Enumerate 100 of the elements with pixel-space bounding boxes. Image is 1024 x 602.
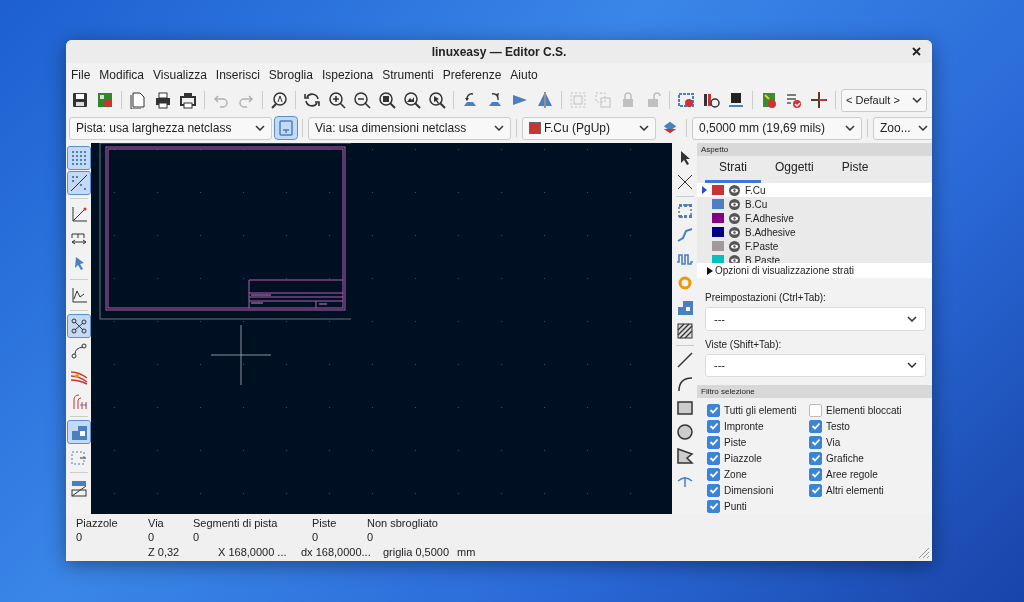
checkbox[interactable] <box>809 436 822 449</box>
layer-row[interactable]: F.Cu <box>697 183 932 198</box>
menu-item[interactable]: Modifica <box>99 68 145 82</box>
graph-icon <box>69 286 88 304</box>
grid-dropdown[interactable]: 0,5000 mm (19,69 mils) <box>692 116 862 140</box>
router-icon <box>810 91 828 109</box>
checklist-icon <box>785 91 803 109</box>
layer-dropdown[interactable]: F.Cu (PgUp) <box>522 116 656 140</box>
layer-name: F.Paste <box>745 240 779 252</box>
filter-checkbox[interactable]: Piazzole <box>707 451 809 466</box>
filter-checkbox[interactable]: Impronte <box>707 419 809 434</box>
close-button[interactable] <box>911 46 922 57</box>
checkbox[interactable] <box>707 468 720 481</box>
zone-icon <box>69 423 88 441</box>
checkbox[interactable] <box>707 404 720 417</box>
chevron-down-icon <box>255 125 265 131</box>
filter-checkbox[interactable]: Testo <box>809 419 932 434</box>
zoom-dropdown[interactable]: Zoo... <box>873 116 932 140</box>
filter-checkbox[interactable]: Altri elementi <box>809 483 932 498</box>
status-field: dx 168,0000... <box>301 546 375 558</box>
menu-item[interactable]: Ispeziona <box>321 68 374 82</box>
views-dropdown[interactable]: --- <box>705 353 926 378</box>
status-value: 0 <box>76 530 84 544</box>
menu-item[interactable]: Inserisci <box>215 68 260 82</box>
via-size-dropdown[interactable]: Via: usa dimensioni netclass <box>308 116 511 140</box>
panel-tab[interactable]: Oggetti <box>761 160 828 184</box>
filter-checkbox[interactable]: Tutti gli elementi <box>707 403 809 418</box>
layer-name: F.Adhesive <box>745 212 794 224</box>
status-field: mm <box>457 546 476 558</box>
crosshair-cursor <box>210 324 272 386</box>
find-icon <box>270 91 288 109</box>
zoom-out-button[interactable] <box>351 89 373 111</box>
zone-button[interactable] <box>67 421 90 443</box>
ratsnest-button[interactable] <box>67 315 90 337</box>
eye-icon[interactable] <box>729 240 740 252</box>
menu-item[interactable]: Preferenze <box>442 68 502 82</box>
rotate-right-icon <box>486 91 504 109</box>
menu-item[interactable]: Sbroglia <box>268 68 313 82</box>
auto-width-icon <box>277 119 295 137</box>
layer-row[interactable]: B.Cu <box>697 197 932 212</box>
router-button[interactable] <box>808 89 830 111</box>
zoom-fit-icon <box>378 91 396 109</box>
checkbox[interactable] <box>707 420 720 433</box>
menu-item[interactable]: File <box>71 68 91 82</box>
viewport-preset-dropdown[interactable]: < Default > <box>841 88 927 112</box>
menu-item[interactable]: Strumenti <box>382 68 434 82</box>
chip-icon <box>727 91 745 109</box>
checkbox[interactable] <box>707 436 720 449</box>
menu-item[interactable]: Aiuto <box>510 68 538 82</box>
eye-icon[interactable] <box>729 226 740 238</box>
checkbox[interactable] <box>809 404 822 417</box>
checkbox[interactable] <box>809 420 822 433</box>
filter-checkbox[interactable]: Zone <box>707 467 809 482</box>
checkbox[interactable] <box>809 452 822 465</box>
checkbox[interactable] <box>707 452 720 465</box>
layer-options-expander[interactable]: Opzioni di visualizzazione strati <box>697 263 932 279</box>
views-label: Viste (Shift+Tab): <box>705 338 783 350</box>
eye-icon[interactable] <box>729 212 740 224</box>
presets-dropdown[interactable]: --- <box>705 307 926 331</box>
group-icon <box>569 91 587 109</box>
checkbox[interactable] <box>809 484 822 497</box>
mirror-icon <box>536 91 554 109</box>
status-label: Piazzole <box>76 516 119 530</box>
polar-coords-icon <box>69 205 88 223</box>
zoom-objects-button[interactable] <box>401 89 423 111</box>
filter-checkbox[interactable]: Piste <box>707 435 809 450</box>
plotter-icon <box>179 91 197 109</box>
track-width-dropdown[interactable]: Pista: usa larghezza netclass <box>69 116 272 140</box>
eye-icon[interactable] <box>729 184 740 196</box>
status-value: 0 <box>367 530 375 544</box>
checkbox[interactable] <box>809 468 822 481</box>
local-ratsnest-icon <box>675 173 694 191</box>
checkbox[interactable] <box>707 484 720 497</box>
filter-checkbox[interactable]: Punti <box>707 499 809 514</box>
layer-row[interactable]: F.Adhesive <box>697 211 932 226</box>
filter-checkbox[interactable]: Dimensioni <box>707 483 809 498</box>
filter-checkbox[interactable]: Via <box>809 435 932 450</box>
refresh-icon <box>303 91 321 109</box>
checkbox[interactable] <box>707 500 720 513</box>
chevron-down-icon <box>918 125 928 131</box>
rotate-left-icon <box>461 91 479 109</box>
filter-checkbox[interactable]: Grafiche <box>809 451 932 466</box>
chevron-down-icon <box>907 315 917 322</box>
layer-row[interactable]: B.Adhesive <box>697 225 932 240</box>
grid-override-button[interactable] <box>67 172 90 194</box>
arc-icon <box>675 375 694 393</box>
layer-row[interactable]: F.Paste <box>697 239 932 254</box>
chevron-down-icon <box>907 362 917 369</box>
menu-item[interactable]: Visualizza <box>153 68 207 82</box>
chevron-down-icon <box>912 97 922 103</box>
eye-icon[interactable] <box>729 198 740 210</box>
panel-tab[interactable]: Piste <box>827 160 883 184</box>
zoom-in-button[interactable] <box>326 89 348 111</box>
filter-checkbox[interactable]: Elementi bloccati <box>809 403 932 418</box>
zoom-fit-button[interactable] <box>376 89 398 111</box>
close-icon <box>912 47 921 56</box>
resize-grip-icon[interactable] <box>918 547 930 559</box>
filter-checkbox[interactable]: Aree regole <box>809 467 932 482</box>
expand-arrow-icon <box>707 266 713 275</box>
zoom-area-button[interactable] <box>426 89 448 111</box>
